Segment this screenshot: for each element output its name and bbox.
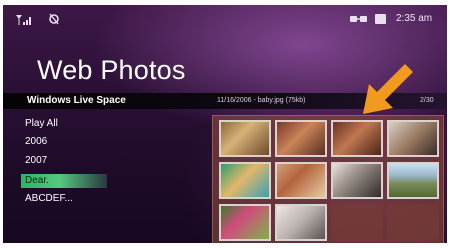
photo-info: 11/16/2006 - baby.jpg (75kb) <box>217 97 306 104</box>
photo-thumb-9[interactable] <box>219 204 271 241</box>
photo-thumb-2[interactable] <box>275 120 327 157</box>
photo-thumb-8[interactable] <box>387 162 439 199</box>
signal-strength-icon <box>16 15 31 25</box>
empty-slot <box>387 204 439 241</box>
empty-slot <box>331 204 383 241</box>
photo-thumb-4[interactable] <box>387 120 439 157</box>
photo-thumb-10[interactable] <box>275 204 327 241</box>
photo-counter: 2/30 <box>420 97 434 104</box>
status-bar: 2:35 am <box>3 5 447 33</box>
phone-screen: 2:35 am Web Photos Windows Live Space 11… <box>3 5 447 243</box>
pointer-arrow-icon <box>363 64 413 114</box>
photo-thumb-7[interactable] <box>331 162 383 199</box>
menu-item-2007[interactable]: 2007 <box>25 154 47 168</box>
photo-grid <box>212 115 444 243</box>
menu-item-dear[interactable]: Dear. <box>21 174 107 188</box>
photo-thumb-6[interactable] <box>275 162 327 199</box>
source-label: Windows Live Space <box>27 95 126 106</box>
page-title: Web Photos <box>37 55 186 85</box>
menu-item-abcdef[interactable]: ABCDEF... <box>25 192 73 206</box>
photo-thumb-3[interactable] <box>331 120 383 157</box>
battery-icon <box>375 14 386 24</box>
photo-thumb-1[interactable] <box>219 120 271 157</box>
menu-item-play-all[interactable]: Play All <box>25 117 58 131</box>
photo-thumb-5[interactable] <box>219 162 271 199</box>
clock: 2:35 am <box>396 13 433 24</box>
sync-icon <box>49 13 59 25</box>
network-connection-icon <box>350 16 367 22</box>
menu-item-2006[interactable]: 2006 <box>25 135 47 149</box>
